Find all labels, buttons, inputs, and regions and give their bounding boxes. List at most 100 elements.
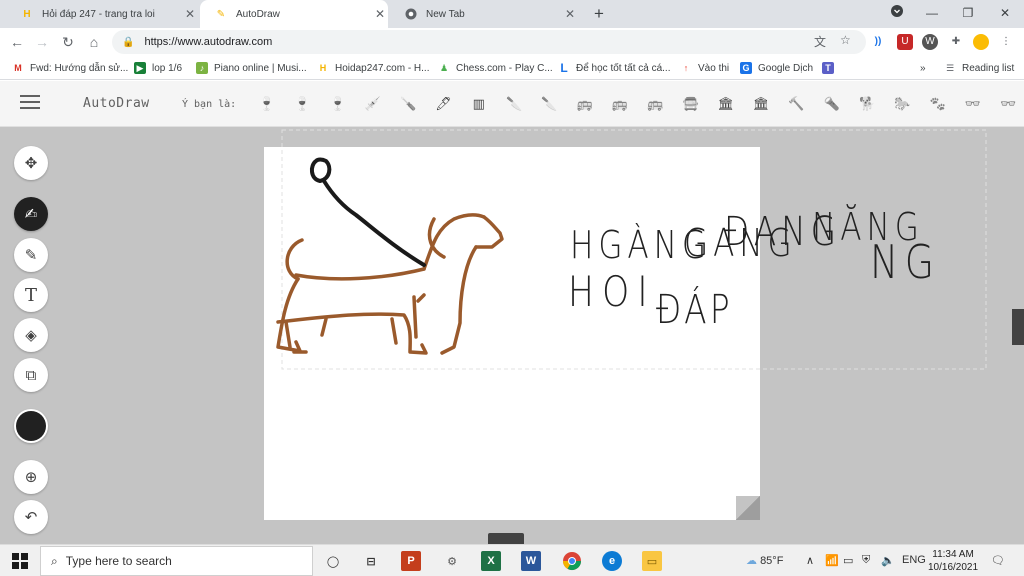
comb-suggestion-icon[interactable]: ▥ [469, 93, 489, 115]
powerpoint-icon[interactable]: P [401, 551, 421, 571]
restore-button[interactable]: ❐ [958, 4, 978, 22]
excel-icon[interactable]: X [481, 551, 501, 571]
canvas-text-fragment[interactable]: NG [870, 235, 941, 289]
flashlight-suggestion-icon[interactable]: 🔦 [822, 93, 842, 115]
profile-avatar[interactable] [973, 34, 989, 50]
pen-suggestion-icon[interactable]: 🖊 [434, 93, 454, 115]
forward-button[interactable]: → [32, 32, 52, 52]
knife-suggestion-icon[interactable]: 🔪 [539, 93, 559, 115]
security-icon[interactable]: ⛨ [862, 554, 870, 567]
canvas-text-fragment[interactable]: ĐÁP [656, 287, 733, 333]
extension-ublock-icon[interactable]: U [897, 34, 913, 50]
minimize-button[interactable]: — [922, 4, 942, 22]
word-icon[interactable]: W [521, 551, 541, 571]
tab-search-button[interactable] [887, 4, 907, 22]
language-indicator[interactable]: ENG [902, 554, 926, 566]
close-icon[interactable]: ✕ [562, 7, 578, 21]
canvas-text-fragment[interactable]: HOI [568, 267, 656, 316]
battery-icon[interactable]: ▭ [843, 554, 853, 567]
cortana-icon[interactable]: ◯ [323, 551, 343, 571]
chrome-icon[interactable] [562, 551, 582, 571]
undo-button[interactable]: ↶ [14, 500, 48, 534]
windows-start-icon[interactable] [10, 551, 30, 571]
reload-button[interactable]: ↻ [58, 32, 78, 52]
color-picker-button[interactable] [14, 409, 48, 443]
back-button[interactable]: ← [7, 32, 27, 52]
wine-glass-suggestion-icon[interactable]: 🍷 [328, 93, 348, 115]
hamburger-menu-icon[interactable] [20, 95, 40, 111]
weather-widget[interactable]: ☁ 85°F [746, 554, 783, 567]
tab-new[interactable]: New Tab ✕ [390, 0, 578, 28]
shape-tool-button[interactable]: ⧉ [14, 358, 48, 392]
bookmark-item[interactable]: ♪ Piano online | Musi... [196, 60, 307, 76]
wine-glass-suggestion-icon[interactable]: 🍷 [257, 93, 277, 115]
bottom-panel-handle[interactable] [488, 533, 524, 544]
leash-drawing[interactable] [309, 157, 426, 267]
canvas-resize-corner[interactable] [736, 496, 760, 520]
home-button[interactable]: ⌂ [84, 32, 104, 52]
more-bookmarks-label: » [920, 62, 926, 74]
bookmark-item[interactable]: ↑ Vào thi [680, 60, 729, 76]
glasses-suggestion-icon[interactable]: 👓 [998, 93, 1018, 115]
bookmark-item[interactable]: L Để học tốt tất cả cá... [558, 60, 670, 76]
autodraw-tool-button[interactable]: ✍ [14, 197, 48, 231]
type-tool-button[interactable]: T [14, 278, 48, 312]
new-tab-button[interactable]: + [590, 4, 608, 24]
bookmark-item[interactable]: ♟ Chess.com - Play C... [438, 60, 553, 76]
knife-suggestion-icon[interactable]: 🔪 [504, 93, 524, 115]
volume-icon[interactable]: 🔈 [881, 554, 895, 567]
close-window-button[interactable]: ✕ [995, 4, 1015, 22]
extension-sound-icon[interactable]: )) [870, 34, 886, 50]
canvas-area[interactable]: HGÀNG GANG ĐANG NĂNG NG HOI ĐÁP ✥ ✍ ✎ T ◈ ⧉ ⊕ … [0, 127, 1024, 544]
dog-drawing[interactable] [276, 213, 504, 355]
translate-icon[interactable]: 文 [814, 33, 826, 50]
building-suggestion-icon[interactable]: 🏛 [716, 93, 736, 115]
teams-bookmark[interactable]: T [822, 60, 840, 76]
task-view-icon[interactable]: ⊟ [361, 551, 381, 571]
menu-dots-icon[interactable]: ⋮ [998, 34, 1014, 50]
network-icon[interactable]: 📶 [825, 554, 839, 567]
bus-suggestion-icon[interactable]: 🚌 [645, 93, 665, 115]
close-icon[interactable]: ✕ [182, 7, 198, 21]
search-placeholder: Type here to search [65, 554, 172, 568]
close-icon[interactable]: ✕ [372, 7, 388, 21]
extension-w-icon[interactable]: W [922, 34, 938, 50]
tab-autodraw[interactable]: ✎ AutoDraw ✕ [200, 0, 388, 28]
scrollbar-thumb[interactable] [1012, 309, 1024, 345]
draw-tool-button[interactable]: ✎ [14, 238, 48, 272]
edge-icon[interactable]: e [602, 551, 622, 571]
select-tool-button[interactable]: ✥ [14, 146, 48, 180]
address-bar[interactable]: 🔒 https://www.autodraw.com [112, 30, 866, 54]
tray-chevron-icon[interactable]: ∧ [806, 554, 814, 567]
reading-list-button[interactable]: ☰ Reading list [944, 60, 1014, 76]
tab-hoidap[interactable]: H Hỏi đáp 247 - trang tra loi ✕ [6, 0, 198, 28]
taskbar-search[interactable]: ⌕ Type here to search [40, 546, 313, 576]
extensions-puzzle-icon[interactable]: ✚ [948, 34, 964, 50]
dog-suggestion-icon[interactable]: 🐕 [857, 93, 877, 115]
fill-tool-button[interactable]: ◈ [14, 318, 48, 352]
syringe-suggestion-icon[interactable]: 💉 [363, 93, 383, 115]
bookmark-item[interactable]: M Fwd: Hướng dẫn sử... [12, 60, 128, 76]
bookmark-star-icon[interactable]: ☆ [840, 33, 851, 47]
clock[interactable]: 11:34 AM 10/16/2021 [928, 548, 978, 574]
file-explorer-icon[interactable]: ▭ [642, 551, 662, 571]
bookmark-item[interactable]: H Hoidap247.com - H... [317, 60, 430, 76]
building-suggestion-icon[interactable]: 🏛 [751, 93, 771, 115]
settings-gear-icon[interactable]: ⚙ [442, 551, 462, 571]
notification-icon[interactable]: 🗨 [991, 554, 1005, 567]
horse-suggestion-icon[interactable]: 🐎 [892, 93, 912, 115]
bus-suggestion-icon[interactable]: 🚌 [575, 93, 595, 115]
school-bus-suggestion-icon[interactable]: 🚍 [681, 93, 701, 115]
animal-suggestion-icon[interactable]: 🐾 [928, 93, 948, 115]
glasses-suggestion-icon[interactable]: 👓 [963, 93, 983, 115]
bookmark-item[interactable]: ▶ lop 1/6 [134, 60, 182, 76]
screwdriver-suggestion-icon[interactable]: 🪛 [398, 93, 418, 115]
more-bookmarks-button[interactable]: » [920, 60, 926, 76]
bookmark-item[interactable]: G Google Dịch [740, 60, 813, 76]
zoom-button[interactable]: ⊕ [14, 460, 48, 494]
hammer-suggestion-icon[interactable]: 🔨 [787, 93, 807, 115]
drawing-canvas[interactable]: HGÀNG GANG ĐANG NĂNG NG HOI ĐÁP [264, 129, 987, 520]
bus-suggestion-icon[interactable]: 🚌 [610, 93, 630, 115]
autodraw-favicon-icon: ✎ [216, 8, 226, 20]
wine-glass-suggestion-icon[interactable]: 🍷 [292, 93, 312, 115]
